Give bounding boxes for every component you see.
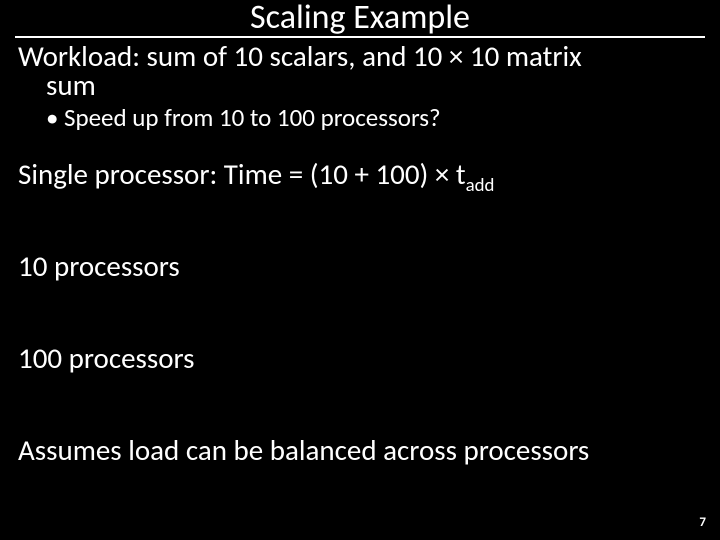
hundred-processors-line: 100 processors xyxy=(18,343,702,375)
single-proc-text: Single processor: Time = (10 + 100) × t xyxy=(18,156,466,192)
single-processor-line: Single processor: Time = (10 + 100) × ta… xyxy=(18,159,702,191)
assumption-line: Assumes load can be balanced across proc… xyxy=(18,435,702,467)
workload-line1: Workload: sum of 10 scalars, and 10 × 10… xyxy=(18,38,582,74)
slide-title: Scaling Example xyxy=(15,0,705,38)
ten-processors-line: 10 processors xyxy=(18,251,702,283)
bullet-dot-icon: • xyxy=(46,104,64,132)
slide: Scaling Example Workload: sum of 10 scal… xyxy=(0,0,720,540)
workload-line2: sum xyxy=(46,67,96,103)
page-number: 7 xyxy=(699,515,706,530)
workload-text: Workload: sum of 10 scalars, and 10 × 10… xyxy=(18,42,702,100)
speedup-bullet: •Speed up from 10 to 100 processors? xyxy=(46,104,702,132)
single-proc-subscript: add xyxy=(466,174,495,197)
slide-content: Workload: sum of 10 scalars, and 10 × 10… xyxy=(0,42,720,467)
speedup-text: Speed up from 10 to 100 processors? xyxy=(64,102,441,133)
